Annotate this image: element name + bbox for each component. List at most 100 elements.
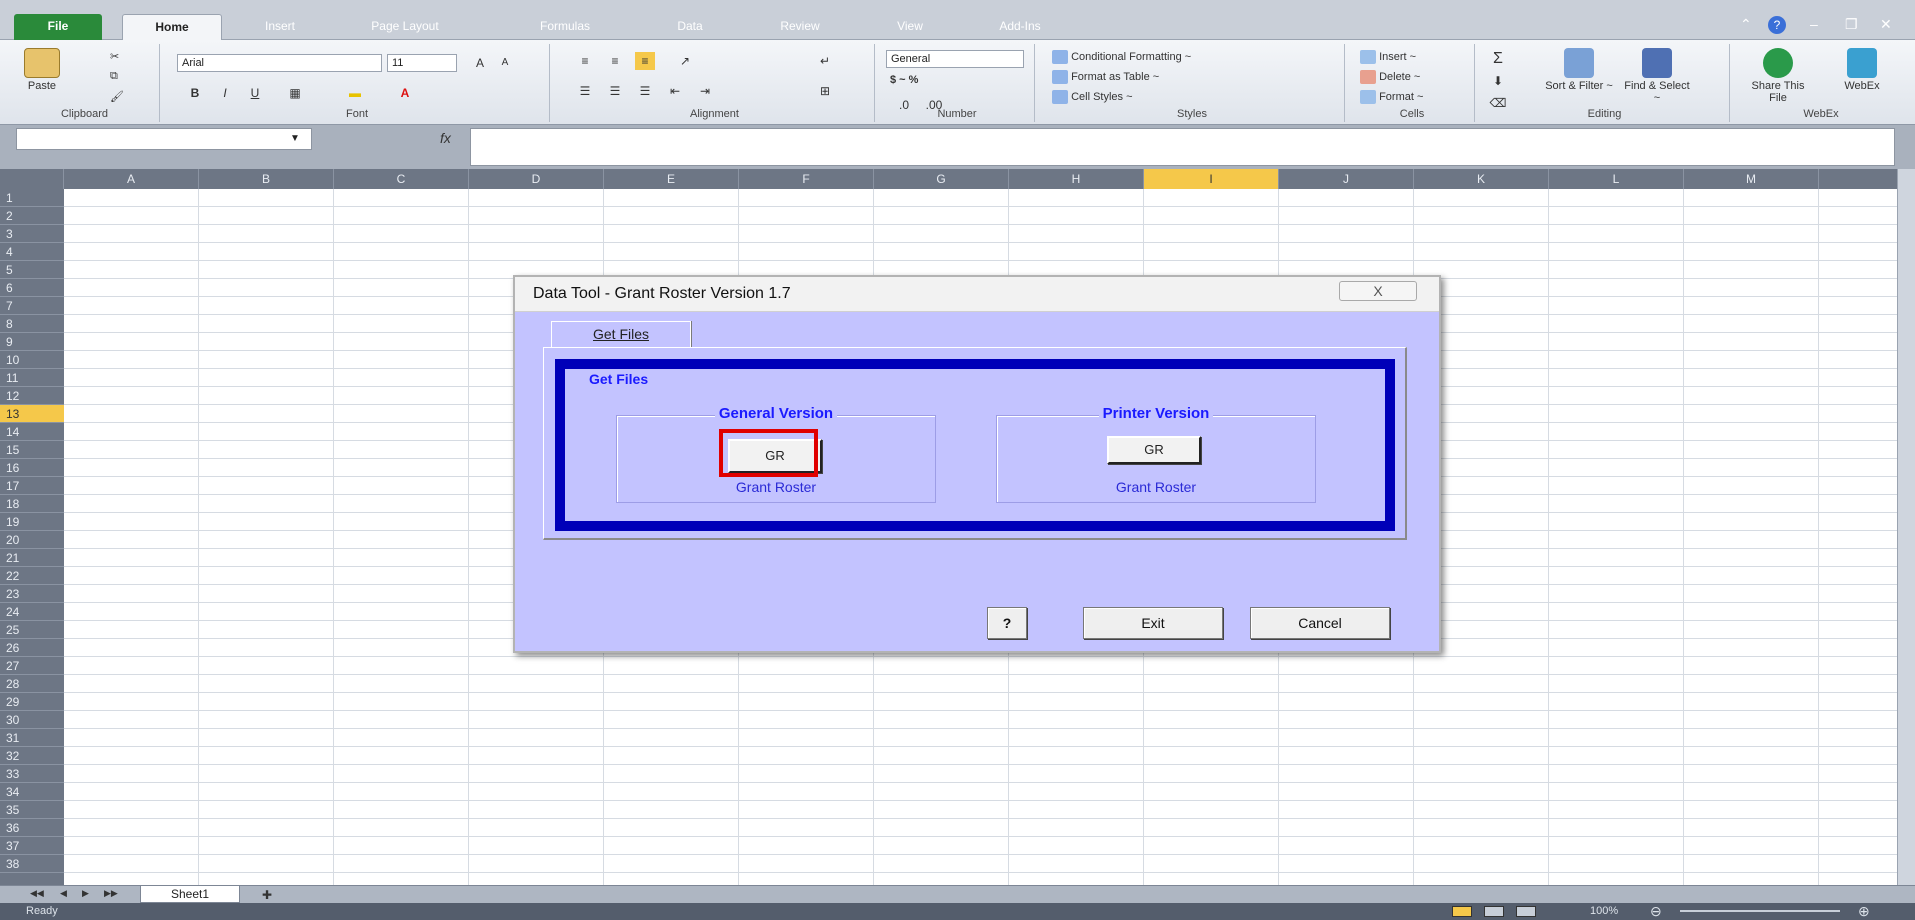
tab-review[interactable]: Review — [760, 14, 840, 40]
name-box[interactable] — [16, 128, 312, 150]
row-header-20[interactable]: 20 — [0, 531, 64, 549]
format-painter-icon[interactable]: 🖌 — [110, 90, 124, 103]
share-file-button[interactable]: Share This File — [1743, 48, 1813, 104]
tab-data[interactable]: Data — [660, 14, 720, 40]
row-header-38[interactable]: 38 — [0, 855, 64, 873]
first-sheet-icon[interactable]: ◀◀ — [30, 888, 44, 899]
webex-button[interactable]: WebEx — [1827, 48, 1897, 92]
row-header-32[interactable]: 32 — [0, 747, 64, 765]
zoom-level[interactable]: 100% — [1590, 903, 1618, 920]
format-as-table-button[interactable]: Format as Table ~ — [1052, 70, 1159, 84]
column-header-d[interactable]: D — [469, 169, 604, 189]
row-header-9[interactable]: 9 — [0, 333, 64, 351]
zoom-in-icon[interactable]: ⊕ — [1858, 903, 1870, 920]
tab-home[interactable]: Home — [122, 14, 222, 40]
font-color-icon[interactable]: A — [395, 84, 415, 102]
row-header-10[interactable]: 10 — [0, 351, 64, 369]
tab-view[interactable]: View — [880, 14, 940, 40]
row-header-13[interactable]: 13 — [0, 405, 64, 423]
row-header-19[interactable]: 19 — [0, 513, 64, 531]
row-header-37[interactable]: 37 — [0, 837, 64, 855]
row-header-23[interactable]: 23 — [0, 585, 64, 603]
row-header-29[interactable]: 29 — [0, 693, 64, 711]
window-close-icon[interactable]: ✕ — [1880, 16, 1892, 33]
row-header-4[interactable]: 4 — [0, 243, 64, 261]
row-header-25[interactable]: 25 — [0, 621, 64, 639]
vertical-scrollbar[interactable] — [1897, 169, 1915, 885]
cancel-button[interactable]: Cancel — [1250, 607, 1390, 639]
borders-icon[interactable]: ▦ — [285, 84, 305, 102]
grow-font-icon[interactable]: A — [470, 54, 490, 72]
sheet-tab-sheet1[interactable]: Sheet1 — [140, 886, 240, 903]
insert-function-icon[interactable]: fx — [440, 130, 451, 146]
font-size-select[interactable]: 11 — [387, 54, 457, 72]
underline-icon[interactable]: U — [245, 84, 265, 102]
row-header-8[interactable]: 8 — [0, 315, 64, 333]
row-header-3[interactable]: 3 — [0, 225, 64, 243]
conditional-formatting-button[interactable]: Conditional Formatting ~ — [1052, 50, 1191, 64]
minimize-ribbon-icon[interactable]: ⌃ — [1740, 16, 1752, 33]
row-header-35[interactable]: 35 — [0, 801, 64, 819]
select-all-corner[interactable] — [0, 169, 64, 189]
format-cells-button[interactable]: Format ~ — [1360, 90, 1423, 104]
cut-icon[interactable]: ✂ — [110, 50, 119, 63]
tab-get-files[interactable]: Get Files — [551, 321, 691, 347]
wrap-text-icon[interactable]: ↵ — [815, 52, 835, 70]
tab-file[interactable]: File — [14, 14, 102, 40]
column-header-b[interactable]: B — [199, 169, 334, 189]
row-header-34[interactable]: 34 — [0, 783, 64, 801]
window-minimize-icon[interactable]: – — [1810, 16, 1818, 32]
row-header-22[interactable]: 22 — [0, 567, 64, 585]
column-header-i[interactable]: I — [1144, 169, 1279, 189]
align-center-icon[interactable]: ☰ — [605, 82, 625, 100]
column-header-f[interactable]: F — [739, 169, 874, 189]
column-header-g[interactable]: G — [874, 169, 1009, 189]
insert-sheet-icon[interactable]: ✚ — [262, 888, 272, 902]
fill-icon[interactable]: ⬇ — [1488, 72, 1508, 90]
row-header-17[interactable]: 17 — [0, 477, 64, 495]
dialog-close-button[interactable]: X — [1339, 281, 1417, 301]
row-header-26[interactable]: 26 — [0, 639, 64, 657]
align-left-icon[interactable]: ☰ — [575, 82, 595, 100]
align-middle-icon[interactable]: ≡ — [605, 52, 625, 70]
sort-filter-button[interactable]: Sort & Filter ~ — [1544, 48, 1614, 92]
merge-center-icon[interactable]: ⊞ — [815, 82, 835, 100]
paste-button[interactable]: Paste — [20, 48, 64, 92]
row-header-7[interactable]: 7 — [0, 297, 64, 315]
tab-page-layout[interactable]: Page Layout — [350, 14, 460, 40]
autosum-icon[interactable]: Σ — [1488, 50, 1508, 68]
number-format-select[interactable]: General — [886, 50, 1024, 68]
column-header-j[interactable]: J — [1279, 169, 1414, 189]
last-sheet-icon[interactable]: ▶▶ — [104, 888, 118, 899]
shrink-font-icon[interactable]: A — [495, 54, 515, 72]
bold-icon[interactable]: B — [185, 84, 205, 102]
prev-sheet-icon[interactable]: ◀ — [60, 888, 67, 899]
orientation-icon[interactable]: ↗ — [675, 52, 695, 70]
cell-styles-button[interactable]: Cell Styles ~ — [1052, 90, 1133, 104]
copy-icon[interactable]: ⧉ — [110, 70, 118, 83]
column-header-e[interactable]: E — [604, 169, 739, 189]
align-top-icon[interactable]: ≡ — [575, 52, 595, 70]
delete-cells-button[interactable]: Delete ~ — [1360, 70, 1420, 84]
row-header-21[interactable]: 21 — [0, 549, 64, 567]
page-layout-view-icon[interactable] — [1484, 906, 1504, 917]
tab-insert[interactable]: Insert — [240, 14, 320, 40]
row-header-28[interactable]: 28 — [0, 675, 64, 693]
row-header-16[interactable]: 16 — [0, 459, 64, 477]
tab-add-ins[interactable]: Add-Ins — [980, 14, 1060, 40]
align-right-icon[interactable]: ☰ — [635, 82, 655, 100]
find-select-button[interactable]: Find & Select ~ — [1622, 48, 1692, 104]
italic-icon[interactable]: I — [215, 84, 235, 102]
formula-input[interactable] — [470, 128, 1895, 166]
column-header-k[interactable]: K — [1414, 169, 1549, 189]
row-header-1[interactable]: 1 — [0, 189, 64, 207]
row-header-31[interactable]: 31 — [0, 729, 64, 747]
column-header-l[interactable]: L — [1549, 169, 1684, 189]
column-header-c[interactable]: C — [334, 169, 469, 189]
help-button[interactable]: ? — [987, 607, 1027, 639]
row-header-15[interactable]: 15 — [0, 441, 64, 459]
dialog-titlebar[interactable]: Data Tool - Grant Roster Version 1.7 X — [515, 277, 1439, 312]
zoom-slider[interactable] — [1680, 910, 1840, 912]
tab-formulas[interactable]: Formulas — [520, 14, 610, 40]
row-header-33[interactable]: 33 — [0, 765, 64, 783]
